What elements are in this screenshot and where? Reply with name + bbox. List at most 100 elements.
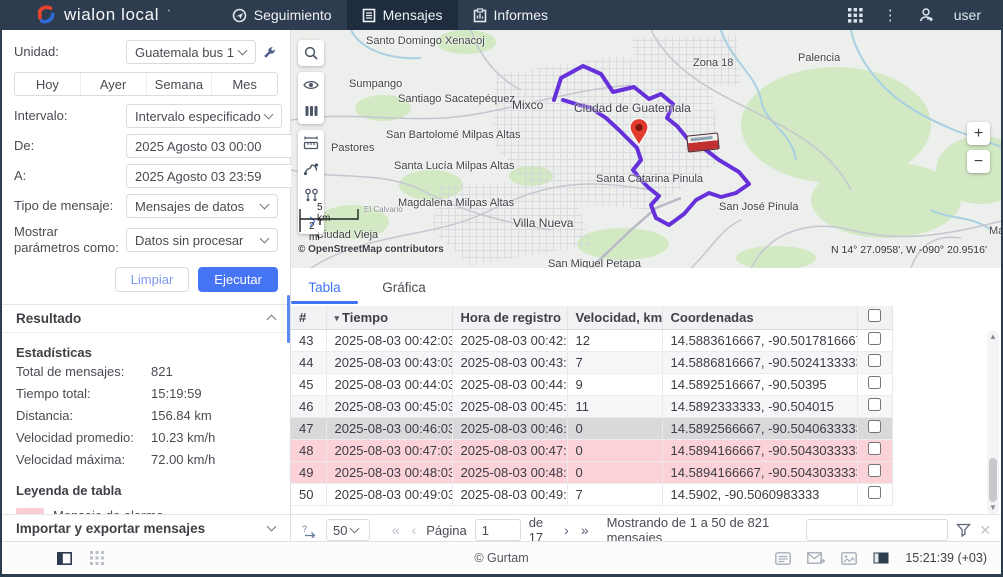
table-row[interactable]: 472025-08-03 00:46:032025-08-03 00:46:05…: [291, 417, 892, 439]
cell-time: 2025-08-03 00:42:03: [326, 329, 452, 351]
messages-table-body: 432025-08-03 00:42:032025-08-03 00:42:05…: [291, 329, 892, 505]
row-checkbox[interactable]: [868, 354, 881, 367]
map-track-tool[interactable]: [298, 156, 324, 182]
bottom-grid-icon[interactable]: [90, 551, 104, 565]
tab-informes[interactable]: Informes: [458, 0, 563, 30]
map-layers-tool[interactable]: [298, 98, 324, 124]
more-menu-icon[interactable]: ⋮: [883, 8, 898, 23]
collapse-panel-icon[interactable]: [57, 552, 72, 565]
table-row[interactable]: 502025-08-03 00:49:032025-08-03 00:49:04…: [291, 483, 892, 505]
cell-checkbox: [857, 351, 892, 373]
clear-button[interactable]: Limpiar: [115, 267, 190, 292]
osm-attribution[interactable]: © OpenStreetMap contributors: [298, 244, 444, 255]
cell-reg-time: 2025-08-03 00:46:05: [452, 417, 567, 439]
next-page-button[interactable]: ›: [562, 522, 571, 538]
last-page-button[interactable]: »: [579, 522, 591, 538]
row-checkbox[interactable]: [868, 442, 881, 455]
map-search-tool[interactable]: [298, 40, 324, 66]
tab-tabla[interactable]: Tabla: [291, 268, 358, 306]
row-checkbox[interactable]: [868, 332, 881, 345]
table-scrollbar[interactable]: ▲ ▼: [987, 330, 999, 514]
range-semana-button[interactable]: Semana: [147, 73, 213, 95]
scrollbar-thumb[interactable]: [989, 458, 997, 502]
table-row[interactable]: 492025-08-03 00:48:032025-08-03 00:48:05…: [291, 461, 892, 483]
notifications-icon[interactable]: [775, 552, 791, 565]
tab-seguimiento[interactable]: Seguimiento: [217, 0, 347, 30]
filter-input[interactable]: [806, 519, 948, 541]
prev-page-button[interactable]: ‹: [410, 522, 419, 538]
panel-scrollbar[interactable]: [287, 295, 290, 343]
col-tiempo[interactable]: ▾Tiempo: [326, 306, 452, 329]
from-label: De:: [14, 138, 126, 154]
range-ayer-button[interactable]: Ayer: [81, 73, 147, 95]
stat-value: 10.23 km/h: [151, 430, 215, 445]
cell-coords: 14.5894166667, -90.5043033333: [662, 461, 857, 483]
cell-speed: 11: [567, 395, 662, 417]
stat-row: Distancia: 156.84 km: [16, 408, 276, 423]
go-to-message-icon[interactable]: ?: [301, 523, 318, 538]
row-checkbox[interactable]: [868, 464, 881, 477]
interval-value: Intervalo especificado: [135, 109, 261, 124]
table-row[interactable]: 482025-08-03 00:47:032025-08-03 00:47:05…: [291, 439, 892, 461]
split-view-icon[interactable]: [873, 552, 889, 564]
table-row[interactable]: 462025-08-03 00:45:032025-08-03 00:45:04…: [291, 395, 892, 417]
row-checkbox[interactable]: [868, 376, 881, 389]
show-params-label: Mostrar parámetros como:: [14, 224, 126, 257]
range-mes-button[interactable]: Mes: [212, 73, 277, 95]
col-velocidad[interactable]: Velocidad, km/h: [567, 306, 662, 329]
result-title: Resultado: [16, 311, 81, 326]
result-section-header[interactable]: Resultado: [2, 304, 290, 333]
page-number-input[interactable]: [475, 519, 521, 541]
cell-checkbox: [857, 439, 892, 461]
zoom-out-button[interactable]: −: [967, 150, 990, 173]
map-measure-tool[interactable]: [298, 130, 324, 156]
row-checkbox[interactable]: [868, 398, 881, 411]
page-size-select[interactable]: 50: [326, 519, 370, 541]
show-params-select[interactable]: Datos sin procesar: [126, 228, 278, 252]
cell-checkbox: [857, 483, 892, 505]
unit-position-pin-icon[interactable]: [629, 118, 649, 146]
bus-unit-icon[interactable]: [686, 132, 720, 152]
filter-funnel-icon[interactable]: [956, 523, 971, 537]
row-checkbox[interactable]: [868, 486, 881, 499]
map-visibility-tool[interactable]: [298, 72, 324, 98]
map-place-label: Zona 18: [693, 57, 733, 69]
range-hoy-button[interactable]: Hoy: [15, 73, 81, 95]
send-message-icon[interactable]: [807, 552, 825, 565]
col-hora-registro[interactable]: Hora de registro: [452, 306, 567, 329]
legend-title: Leyenda de tabla: [16, 483, 290, 498]
interval-select[interactable]: Intervalo especificado: [126, 104, 282, 128]
unit-select[interactable]: Guatemala bus 1: [126, 40, 256, 64]
map-place-label: Mata: [989, 225, 1001, 237]
table-row[interactable]: 442025-08-03 00:43:032025-08-03 00:43:05…: [291, 351, 892, 373]
table-row[interactable]: 452025-08-03 00:44:032025-08-03 00:44:04…: [291, 373, 892, 395]
user-icon[interactable]: [918, 7, 934, 23]
scroll-down-icon[interactable]: ▼: [987, 503, 999, 512]
import-export-section-header[interactable]: Importar y exportar mensajes: [2, 514, 290, 542]
tab-mensajes[interactable]: Mensajes: [347, 0, 458, 30]
clear-filter-icon[interactable]: ✕: [979, 522, 991, 539]
col-coordenadas[interactable]: Coordenadas: [662, 306, 857, 329]
apps-grid-icon[interactable]: [848, 8, 863, 23]
chevron-down-icon: [260, 234, 270, 244]
cell-speed: 0: [567, 439, 662, 461]
table-row[interactable]: 432025-08-03 00:42:032025-08-03 00:42:05…: [291, 329, 892, 351]
map-canvas[interactable]: Santo Domingo Xenacoj Sumpango Santiago …: [291, 30, 1001, 268]
first-page-button[interactable]: «: [390, 522, 402, 538]
stat-label: Velocidad promedio:: [16, 430, 151, 445]
cell-reg-time: 2025-08-03 00:45:04: [452, 395, 567, 417]
tab-grafica[interactable]: Gráfica: [369, 268, 439, 306]
execute-button[interactable]: Ejecutar: [198, 267, 278, 292]
media-icon[interactable]: [841, 552, 857, 565]
cell-num: 47: [291, 417, 326, 439]
zoom-in-button[interactable]: +: [967, 122, 990, 145]
row-checkbox[interactable]: [868, 420, 881, 433]
scroll-up-icon[interactable]: ▲: [987, 332, 999, 341]
cell-reg-time: 2025-08-03 00:48:05: [452, 461, 567, 483]
map-place-label: Santa Lucía Milpas Altas: [394, 160, 514, 172]
message-type-select[interactable]: Mensajes de datos: [126, 194, 278, 218]
cell-speed: 0: [567, 461, 662, 483]
select-all-checkbox[interactable]: [868, 309, 881, 322]
col-num[interactable]: #: [291, 306, 326, 329]
wrench-icon[interactable]: [262, 46, 276, 60]
